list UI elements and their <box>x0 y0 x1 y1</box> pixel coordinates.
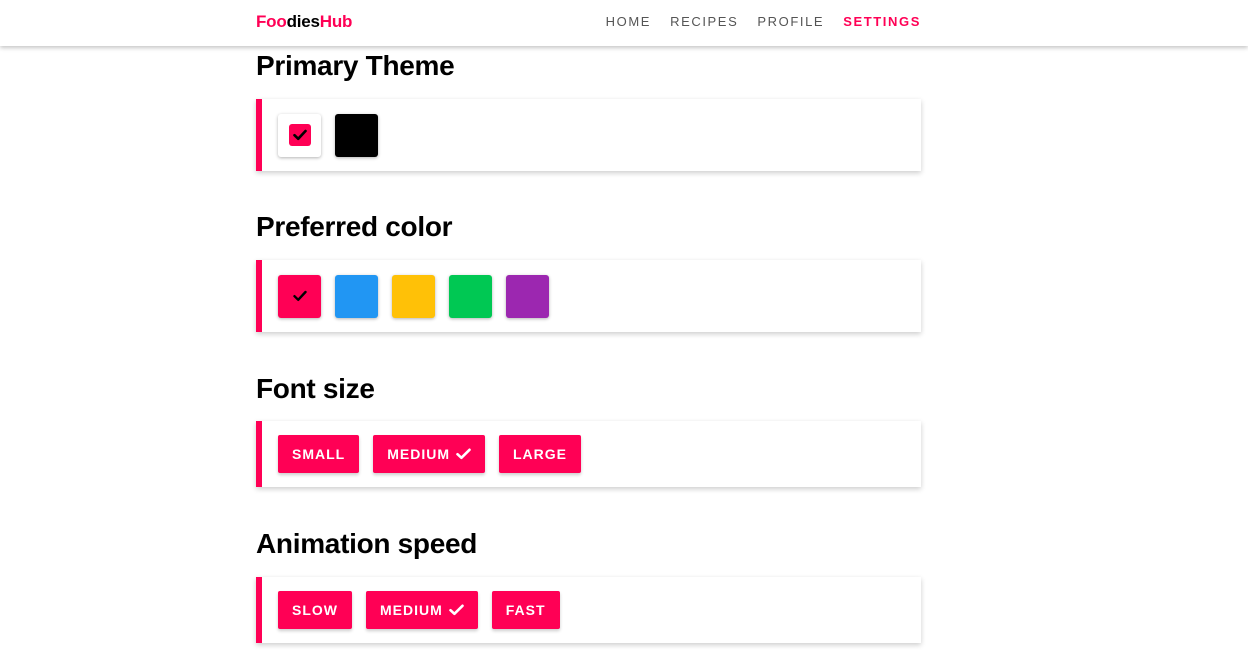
check-icon <box>292 290 307 302</box>
brand-logo[interactable]: FoodiesHub <box>256 12 352 32</box>
preferred-color-heading: Preferred color <box>256 211 453 242</box>
theme-light-selected-box <box>288 124 311 146</box>
color-option-purple[interactable] <box>506 274 549 318</box>
font-size-heading: Font size <box>256 373 375 404</box>
animation-slow-button[interactable]: SLOW <box>278 591 352 629</box>
button-label: SMALL <box>292 446 346 462</box>
font-size-card: SMALL MEDIUM LARGE <box>256 421 921 487</box>
animation-fast-button[interactable]: FAST <box>491 591 560 629</box>
top-navbar: FoodiesHub HOME RECIPES PROFILE SETTINGS <box>0 0 1248 46</box>
preferred-color-card <box>256 260 921 332</box>
color-option-pink[interactable] <box>278 274 321 318</box>
font-size-large-button[interactable]: LARGE <box>499 435 581 473</box>
color-option-yellow[interactable] <box>392 274 435 318</box>
theme-option-dark[interactable] <box>335 113 378 157</box>
brand-text-part2: dies <box>286 12 320 31</box>
brand-text-part1: Foo <box>256 12 287 31</box>
primary-theme-card <box>256 99 921 171</box>
button-label: MEDIUM <box>380 602 443 618</box>
font-size-small-button[interactable]: SMALL <box>278 435 360 473</box>
check-icon <box>456 448 471 460</box>
button-label: FAST <box>505 602 546 618</box>
theme-option-light[interactable] <box>278 113 321 157</box>
primary-theme-heading: Primary Theme <box>256 50 455 81</box>
check-icon <box>448 604 464 616</box>
button-label: MEDIUM <box>387 446 450 462</box>
nav-recipes[interactable]: RECIPES <box>670 14 738 29</box>
button-label: LARGE <box>513 446 567 462</box>
brand-text-part3: Hub <box>319 12 353 31</box>
animation-speed-card: SLOW MEDIUM FAST <box>256 577 921 643</box>
animation-medium-button[interactable]: MEDIUM <box>366 591 478 629</box>
nav-links: HOME RECIPES PROFILE SETTINGS <box>606 14 921 29</box>
button-label: SLOW <box>292 602 338 618</box>
font-size-medium-button[interactable]: MEDIUM <box>373 435 485 473</box>
animation-speed-heading: Animation speed <box>256 528 478 559</box>
nav-settings[interactable]: SETTINGS <box>843 14 921 29</box>
color-option-green[interactable] <box>449 274 492 318</box>
nav-profile[interactable]: PROFILE <box>757 14 824 29</box>
check-icon <box>292 129 307 141</box>
nav-home[interactable]: HOME <box>606 14 651 29</box>
color-option-blue[interactable] <box>335 274 378 318</box>
